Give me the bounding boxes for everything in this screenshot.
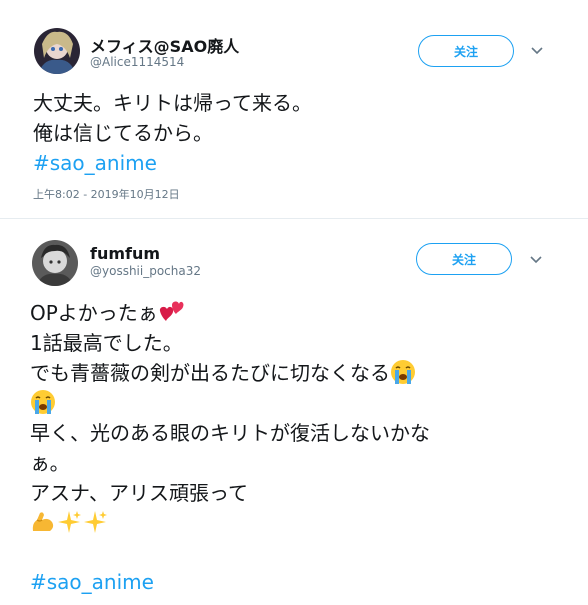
follow-button[interactable]: 关注 (416, 243, 512, 275)
loudly-crying-face-icon (390, 359, 416, 385)
tweet-timestamp[interactable]: 上午8:02 - 2019年10月12日 (33, 186, 180, 202)
sparkles-icon (56, 509, 82, 535)
display-name[interactable]: fumfum (90, 244, 160, 263)
username-handle[interactable]: @yosshii_pocha32 (90, 264, 201, 278)
chevron-down-icon[interactable] (529, 43, 545, 59)
chevron-down-icon[interactable] (528, 252, 544, 268)
hashtag-link[interactable]: #sao_anime (33, 148, 157, 178)
sparkles-icon (82, 509, 108, 535)
tweet-text-line: OPよかったぁ (30, 298, 184, 328)
tweet: メフィス@SAO廃人 @Alice1114514 关注 大丈夫。キリトは帰って来… (0, 0, 588, 222)
tweet-text-line: 大丈夫。キリトは帰って来る。 (33, 91, 312, 115)
tweet-text: OPよかったぁ (30, 301, 158, 325)
tweet-text-line (30, 388, 56, 418)
tweet: fumfum @yosshii_pocha32 关注 OPよかったぁ 1話最高で… (0, 222, 588, 605)
tweet-text-line: アスナ、アリス頑張って (30, 481, 248, 505)
tweet-text-line: ぁ。 (30, 451, 70, 475)
tweet-text-line: 早く、光のある眼のキリトが復活しないかな (30, 421, 430, 445)
tweet-text-line: 俺は信じてるから。 (33, 121, 213, 145)
follow-button[interactable]: 关注 (418, 35, 514, 67)
display-name[interactable]: メフィス@SAO廃人 (90, 33, 239, 57)
tweet-text-line: 1話最高でした。 (30, 331, 183, 355)
flexed-biceps-icon (30, 509, 56, 535)
tweet-text: でも青薔薇の剣が出るたびに切なくなる (30, 361, 390, 385)
divider (0, 218, 588, 219)
tweet-text-line: でも青薔薇の剣が出るたびに切なくなる (30, 358, 416, 388)
two-hearts-icon (158, 299, 184, 325)
emoji-row (30, 508, 108, 538)
username-handle[interactable]: @Alice1114514 (90, 55, 184, 69)
avatar[interactable] (34, 28, 80, 74)
hashtag-link[interactable]: #sao_anime (30, 567, 154, 597)
loudly-crying-face-icon (30, 389, 56, 415)
avatar[interactable] (32, 240, 78, 286)
